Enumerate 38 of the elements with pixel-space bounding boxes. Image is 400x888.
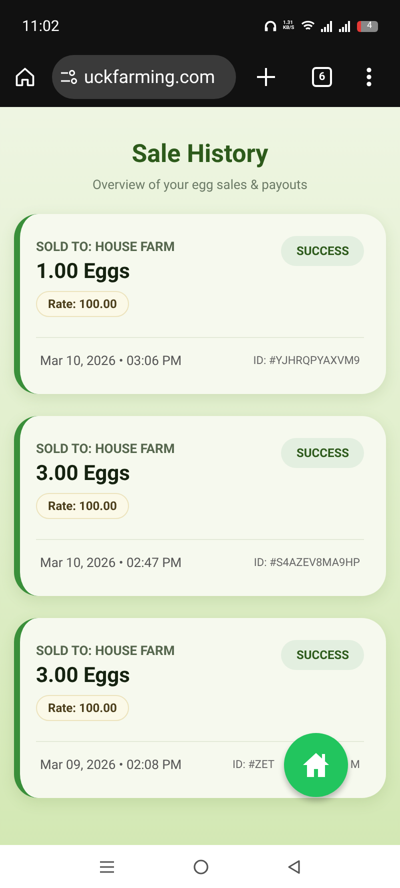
status-badge: SUCCESS xyxy=(281,236,364,266)
sale-date: Mar 09, 2026 • 02:08 PM xyxy=(40,756,182,774)
headphones-icon xyxy=(264,20,277,32)
back-icon[interactable] xyxy=(287,858,301,874)
sale-date: Mar 10, 2026 • 03:06 PM xyxy=(40,352,182,370)
page-title: Sale History xyxy=(132,140,268,170)
transaction-id: M xyxy=(350,757,360,773)
home-icon[interactable] xyxy=(14,66,36,88)
address-bar[interactable]: uckfarming.com xyxy=(52,55,236,99)
circle-icon[interactable] xyxy=(193,858,209,874)
status-badge: SUCCESS xyxy=(281,438,364,468)
signal-icon xyxy=(338,20,351,32)
wifi-icon xyxy=(300,20,315,32)
buyer-label: SOLD TO: HOUSE FARM xyxy=(36,442,175,458)
status-time: 11:02 xyxy=(22,16,60,37)
url-text: uckfarming.com xyxy=(84,66,216,90)
egg-amount: 1.00 Eggs xyxy=(36,258,130,286)
home-icon xyxy=(301,751,331,779)
egg-amount: 3.00 Eggs xyxy=(36,662,130,690)
tab-count-button[interactable]: 6 xyxy=(312,67,332,87)
transaction-id: ID: #YJHRQPYAXVM9 xyxy=(253,353,360,369)
buyer-label: SOLD TO: HOUSE FARM xyxy=(36,240,175,256)
rate-badge: Rate: 100.00 xyxy=(36,492,129,518)
signal-icon xyxy=(320,20,333,32)
sale-date: Mar 10, 2026 • 02:47 PM xyxy=(40,554,182,572)
more-icon[interactable] xyxy=(366,67,372,87)
plus-icon[interactable] xyxy=(256,67,276,87)
rate-badge: Rate: 100.00 xyxy=(36,694,129,720)
status-badge: SUCCESS xyxy=(281,640,364,670)
tune-icon[interactable] xyxy=(60,70,78,84)
page-subtitle: Overview of your egg sales & payouts xyxy=(92,177,308,195)
buyer-label: SOLD TO: HOUSE FARM xyxy=(36,644,175,660)
battery-indicator: 4 xyxy=(356,20,378,32)
rate-badge: Rate: 100.00 xyxy=(36,290,129,316)
egg-amount: 3.00 Eggs xyxy=(36,460,130,488)
transaction-id: ID: #ZET xyxy=(232,757,274,773)
transaction-id: ID: #S4AZEV8MA9HP xyxy=(254,555,360,571)
menu-icon[interactable] xyxy=(99,860,115,874)
